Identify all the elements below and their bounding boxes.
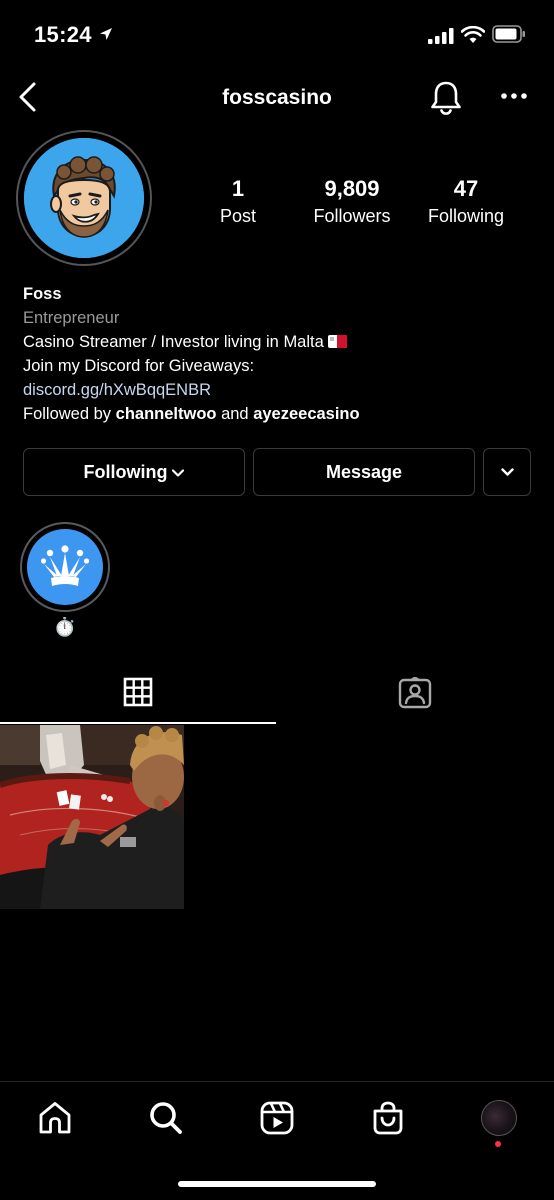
stat-posts[interactable]: 1 Post — [198, 176, 278, 227]
profile-avatar-ring[interactable] — [16, 130, 152, 266]
status-time: 15:24 — [34, 22, 92, 47]
profile-username: fosscasino — [222, 86, 332, 109]
profile-name: Foss — [23, 285, 62, 303]
tagged-icon — [398, 677, 432, 709]
followed-by-conjunction: and — [216, 405, 254, 423]
profile-header: fosscasino — [0, 70, 554, 126]
notification-dot — [495, 1141, 501, 1147]
followed-by-prefix: Followed by — [23, 405, 116, 423]
tab-posts-grid[interactable] — [0, 662, 276, 724]
nav-profile-avatar — [481, 1100, 517, 1136]
location-arrow-icon — [100, 28, 112, 40]
malta-flag-icon — [327, 335, 347, 348]
highlight-label: ⏱️ — [53, 617, 77, 637]
chevron-down-icon — [500, 468, 514, 476]
nav-search[interactable] — [146, 1098, 186, 1138]
nav-profile[interactable] — [479, 1098, 519, 1138]
reels-icon — [260, 1101, 294, 1135]
nav-home[interactable] — [35, 1098, 75, 1138]
cellular-signal-icon — [428, 28, 454, 44]
status-bar: 15:24 — [0, 0, 554, 70]
shopping-bag-icon — [373, 1101, 403, 1135]
chevron-down-icon — [172, 469, 185, 477]
cartoon-face-avatar-image — [24, 138, 144, 258]
more-options-icon[interactable] — [500, 92, 528, 100]
bio-link[interactable]: discord.gg/hXwBqqENBR — [23, 378, 533, 402]
bio-line-1-text: Casino Streamer / Investor living in Mal… — [23, 333, 324, 351]
profile-avatar — [24, 138, 144, 258]
crown-icon — [41, 545, 89, 586]
followers-count: 9,809 — [324, 176, 380, 201]
stat-following[interactable]: 47 Following — [418, 176, 514, 227]
bio-line-1: Casino Streamer / Investor living in Mal… — [23, 330, 533, 354]
casino-table-photo — [0, 725, 184, 909]
message-button-label: Message — [325, 461, 403, 482]
nav-shop[interactable] — [368, 1098, 408, 1138]
notification-bell-icon[interactable] — [429, 79, 463, 117]
highlight-cover — [27, 529, 103, 605]
story-highlight[interactable] — [20, 522, 110, 612]
bio-line-2: Join my Discord for Giveaways: — [23, 357, 255, 375]
followers-label: Followers — [313, 206, 391, 226]
followed-by[interactable]: Followed by channeltwoo and ayezeecasino — [23, 402, 533, 426]
profile-category: Entrepreneur — [23, 309, 120, 327]
following-button[interactable]: Following — [23, 448, 245, 496]
following-button-label: Following — [83, 461, 168, 482]
followed-by-user-2[interactable]: ayezeecasino — [253, 405, 359, 423]
posts-count: 1 — [231, 176, 245, 201]
posts-label: Post — [219, 206, 257, 226]
message-button[interactable]: Message — [253, 448, 475, 496]
profile-bio: Foss Entrepreneur Casino Streamer / Inve… — [23, 282, 533, 426]
wifi-icon — [461, 26, 485, 43]
grid-icon — [123, 677, 153, 707]
post-thumbnail[interactable] — [0, 725, 184, 909]
following-label: Following — [427, 206, 505, 226]
search-icon — [150, 1102, 182, 1134]
tab-tagged[interactable] — [276, 662, 554, 724]
suggested-accounts-button[interactable] — [483, 448, 531, 496]
nav-reels[interactable] — [257, 1098, 297, 1138]
battery-icon — [492, 25, 525, 43]
home-icon — [39, 1102, 71, 1134]
followed-by-user-1[interactable]: channeltwoo — [116, 405, 217, 423]
stat-followers[interactable]: 9,809 Followers — [300, 176, 404, 227]
home-indicator — [178, 1181, 376, 1187]
following-count: 47 — [453, 176, 479, 201]
